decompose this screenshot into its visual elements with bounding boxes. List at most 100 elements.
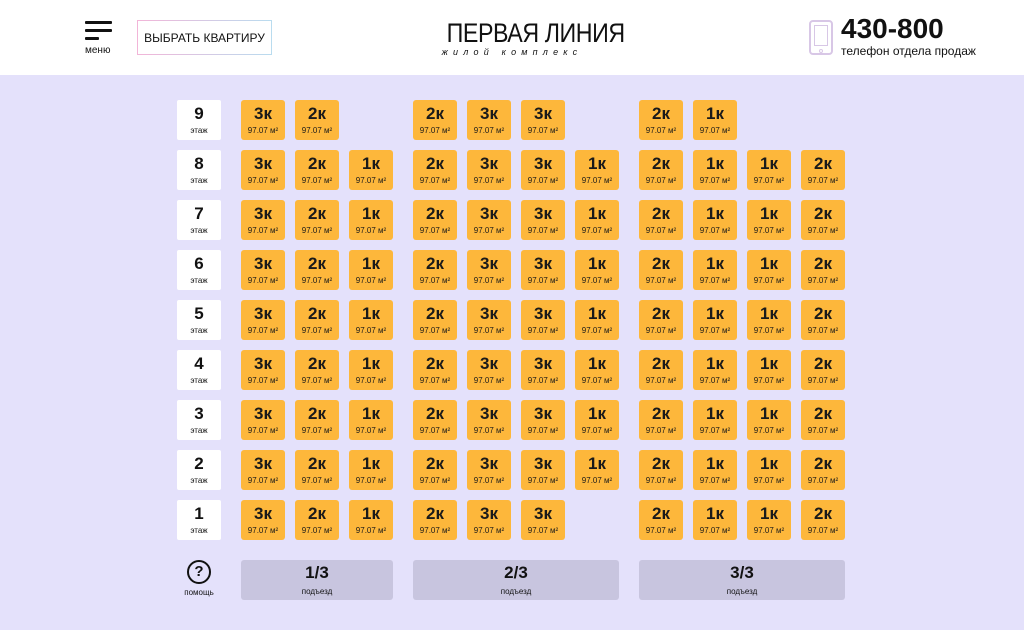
apartment-tile[interactable]: 1к 97.07 м²	[575, 300, 619, 340]
choose-apartment-button[interactable]: ВЫБРАТЬ КВАРТИРУ	[137, 20, 272, 55]
apartment-tile[interactable]: 2к 97.07 м²	[801, 150, 845, 190]
apartment-tile[interactable]: 2к 97.07 м²	[639, 400, 683, 440]
apartment-tile[interactable]: 3к 97.07 м²	[467, 150, 511, 190]
apartment-tile[interactable]: 1к 97.07 м²	[693, 300, 737, 340]
apartment-tile[interactable]: 1к 97.07 м²	[349, 350, 393, 390]
apartment-tile[interactable]: 3к 97.07 м²	[467, 300, 511, 340]
apartment-tile[interactable]: 2к 97.07 м²	[413, 300, 457, 340]
apartment-tile[interactable]: 1к 97.07 м²	[693, 400, 737, 440]
sales-phone-number[interactable]: 430-800	[841, 14, 944, 44]
apartment-tile[interactable]: 3к 97.07 м²	[521, 500, 565, 540]
apartment-tile[interactable]: 3к 97.07 м²	[241, 150, 285, 190]
apartment-tile[interactable]: 3к 97.07 м²	[521, 200, 565, 240]
apartment-tile[interactable]: 1к 97.07 м²	[747, 200, 791, 240]
apartment-tile[interactable]: 3к 97.07 м²	[467, 250, 511, 290]
apartment-tile[interactable]: 3к 97.07 м²	[521, 400, 565, 440]
apartment-tile[interactable]: 3к 97.07 м²	[467, 200, 511, 240]
apartment-tile[interactable]: 3к 97.07 м²	[467, 400, 511, 440]
apartment-tile[interactable]: 3к 97.07 м²	[521, 150, 565, 190]
apartment-tile[interactable]: 3к 97.07 м²	[241, 200, 285, 240]
apartment-tile[interactable]: 1к 97.07 м²	[349, 500, 393, 540]
apartment-tile[interactable]: 1к 97.07 м²	[575, 250, 619, 290]
entrance-button-2[interactable]: 2/3 подъезд	[413, 560, 619, 600]
apartment-tile[interactable]: 1к 97.07 м²	[747, 350, 791, 390]
apartment-tile[interactable]: 2к 97.07 м²	[295, 350, 339, 390]
apartment-tile[interactable]: 3к 97.07 м²	[521, 100, 565, 140]
apartment-tile[interactable]: 3к 97.07 м²	[467, 100, 511, 140]
apartment-tile[interactable]: 2к 97.07 м²	[801, 300, 845, 340]
apartment-tile[interactable]: 2к 97.07 м²	[801, 250, 845, 290]
apartment-tile[interactable]: 3к 97.07 м²	[241, 250, 285, 290]
apartment-tile[interactable]: 3к 97.07 м²	[521, 250, 565, 290]
apartment-tile[interactable]: 2к 97.07 м²	[801, 200, 845, 240]
help-button[interactable]: ? помощь	[178, 560, 220, 600]
apartment-tile[interactable]: 1к 97.07 м²	[747, 450, 791, 490]
apartment-tile[interactable]: 2к 97.07 м²	[801, 350, 845, 390]
apartment-tile[interactable]: 2к 97.07 м²	[295, 400, 339, 440]
apartment-tile[interactable]: 2к 97.07 м²	[413, 150, 457, 190]
apartment-tile[interactable]: 1к 97.07 м²	[575, 200, 619, 240]
apartment-tile[interactable]: 1к 97.07 м²	[693, 350, 737, 390]
apartment-tile[interactable]: 2к 97.07 м²	[413, 450, 457, 490]
apartment-tile[interactable]: 2к 97.07 м²	[639, 450, 683, 490]
apartment-tile[interactable]: 1к 97.07 м²	[693, 150, 737, 190]
logo[interactable]: ПЕРВАЯ ЛИНИЯ жилой комплекс	[436, 19, 626, 57]
apartment-tile[interactable]: 1к 97.07 м²	[747, 300, 791, 340]
apartment-tile[interactable]: 1к 97.07 м²	[693, 450, 737, 490]
apartment-tile[interactable]: 2к 97.07 м²	[295, 450, 339, 490]
apartment-tile[interactable]: 3к 97.07 м²	[521, 300, 565, 340]
apartment-tile[interactable]: 1к 97.07 м²	[575, 350, 619, 390]
apartment-tile[interactable]: 2к 97.07 м²	[413, 250, 457, 290]
entrance-button-3[interactable]: 3/3 подъезд	[639, 560, 845, 600]
apartment-tile[interactable]: 1к 97.07 м²	[693, 200, 737, 240]
apartment-tile[interactable]: 1к 97.07 м²	[747, 500, 791, 540]
apartment-tile[interactable]: 2к 97.07 м²	[295, 200, 339, 240]
apartment-tile[interactable]: 1к 97.07 м²	[575, 400, 619, 440]
apartment-tile[interactable]: 1к 97.07 м²	[349, 150, 393, 190]
apartment-tile[interactable]: 2к 97.07 м²	[639, 150, 683, 190]
apartment-tile[interactable]: 3к 97.07 м²	[467, 500, 511, 540]
apartment-tile[interactable]: 3к 97.07 м²	[241, 100, 285, 140]
apartment-tile[interactable]: 2к 97.07 м²	[639, 250, 683, 290]
apartment-tile[interactable]: 2к 97.07 м²	[295, 500, 339, 540]
apartment-tile[interactable]: 2к 97.07 м²	[639, 200, 683, 240]
apartment-tile[interactable]: 3к 97.07 м²	[241, 450, 285, 490]
apartment-tile[interactable]: 3к 97.07 м²	[241, 300, 285, 340]
apartment-tile[interactable]: 1к 97.07 м²	[349, 450, 393, 490]
menu-button[interactable]: меню	[85, 21, 115, 59]
apartment-tile[interactable]: 1к 97.07 м²	[693, 250, 737, 290]
apartment-tile[interactable]: 2к 97.07 м²	[413, 500, 457, 540]
apartment-tile[interactable]: 2к 97.07 м²	[801, 500, 845, 540]
apartment-tile[interactable]: 3к 97.07 м²	[467, 350, 511, 390]
apartment-tile[interactable]: 1к 97.07 м²	[575, 150, 619, 190]
entrance-button-1[interactable]: 1/3 подъезд	[241, 560, 393, 600]
apartment-tile[interactable]: 1к 97.07 м²	[349, 250, 393, 290]
apartment-tile[interactable]: 1к 97.07 м²	[747, 250, 791, 290]
apartment-tile[interactable]: 2к 97.07 м²	[295, 250, 339, 290]
apartment-tile[interactable]: 1к 97.07 м²	[575, 450, 619, 490]
apartment-tile[interactable]: 2к 97.07 м²	[413, 200, 457, 240]
apartment-tile[interactable]: 2к 97.07 м²	[639, 350, 683, 390]
apartment-tile[interactable]: 1к 97.07 м²	[747, 400, 791, 440]
apartment-tile[interactable]: 2к 97.07 м²	[413, 350, 457, 390]
apartment-tile[interactable]: 3к 97.07 м²	[241, 350, 285, 390]
apartment-tile[interactable]: 3к 97.07 м²	[241, 500, 285, 540]
apartment-tile[interactable]: 1к 97.07 м²	[349, 200, 393, 240]
apartment-tile[interactable]: 2к 97.07 м²	[639, 300, 683, 340]
apartment-tile[interactable]: 2к 97.07 м²	[801, 400, 845, 440]
apartment-tile[interactable]: 2к 97.07 м²	[639, 500, 683, 540]
apartment-tile[interactable]: 3к 97.07 м²	[521, 450, 565, 490]
apartment-tile[interactable]: 2к 97.07 м²	[413, 100, 457, 140]
apartment-tile[interactable]: 2к 97.07 м²	[801, 450, 845, 490]
apartment-tile[interactable]: 1к 97.07 м²	[349, 300, 393, 340]
apartment-tile[interactable]: 1к 97.07 м²	[693, 100, 737, 140]
apartment-tile[interactable]: 1к 97.07 м²	[693, 500, 737, 540]
apartment-tile[interactable]: 1к 97.07 м²	[747, 150, 791, 190]
apartment-tile[interactable]: 2к 97.07 м²	[413, 400, 457, 440]
apartment-tile[interactable]: 3к 97.07 м²	[241, 400, 285, 440]
apartment-tile[interactable]: 3к 97.07 м²	[467, 450, 511, 490]
apartment-tile[interactable]: 3к 97.07 м²	[521, 350, 565, 390]
apartment-tile[interactable]: 1к 97.07 м²	[349, 400, 393, 440]
apartment-tile[interactable]: 2к 97.07 м²	[639, 100, 683, 140]
apartment-tile[interactable]: 2к 97.07 м²	[295, 100, 339, 140]
